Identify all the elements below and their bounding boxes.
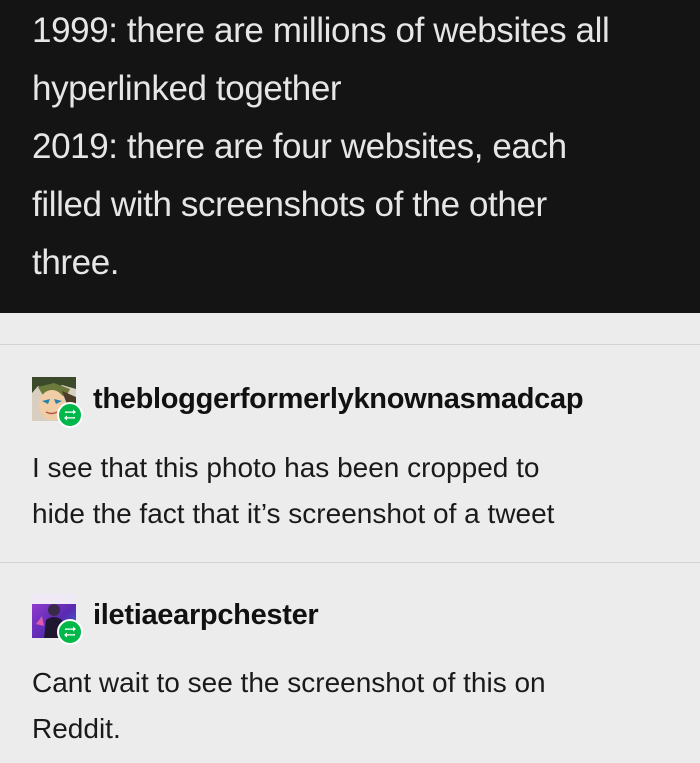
post-body: Cant wait to see the screenshot of this … <box>32 660 680 752</box>
quoted-tweet-screenshot: 1999: there are millions of websites all… <box>0 0 700 313</box>
reblog-icon <box>57 619 83 645</box>
post-line: Cant wait to see the screenshot of this … <box>32 667 546 698</box>
reblog-icon <box>57 402 83 428</box>
tweet-line: three. <box>32 243 120 282</box>
reblog-post: thebloggerformerlyknownasmadcap I see th… <box>0 344 700 562</box>
tweet-line: filled with screenshots of the other <box>32 185 547 224</box>
tweet-line: 2019: there are four websites, each <box>32 127 567 166</box>
avatar[interactable] <box>32 594 83 645</box>
tweet-line: 1999: there are millions of websites all <box>32 11 610 50</box>
post-body: I see that this photo has been cropped t… <box>32 445 680 537</box>
username-link[interactable]: iletiaearpchester <box>93 599 319 632</box>
username-link[interactable]: thebloggerformerlyknownasmadcap <box>93 383 584 416</box>
post-line: Reddit. <box>32 713 121 744</box>
avatar[interactable] <box>32 377 83 428</box>
reblog-post: iletiaearpchester Cant wait to see the s… <box>0 562 700 763</box>
post-line: hide the fact that it’s screenshot of a … <box>32 498 555 529</box>
post-line: I see that this photo has been cropped t… <box>32 452 540 483</box>
tweet-line: hyperlinked together <box>32 69 342 108</box>
